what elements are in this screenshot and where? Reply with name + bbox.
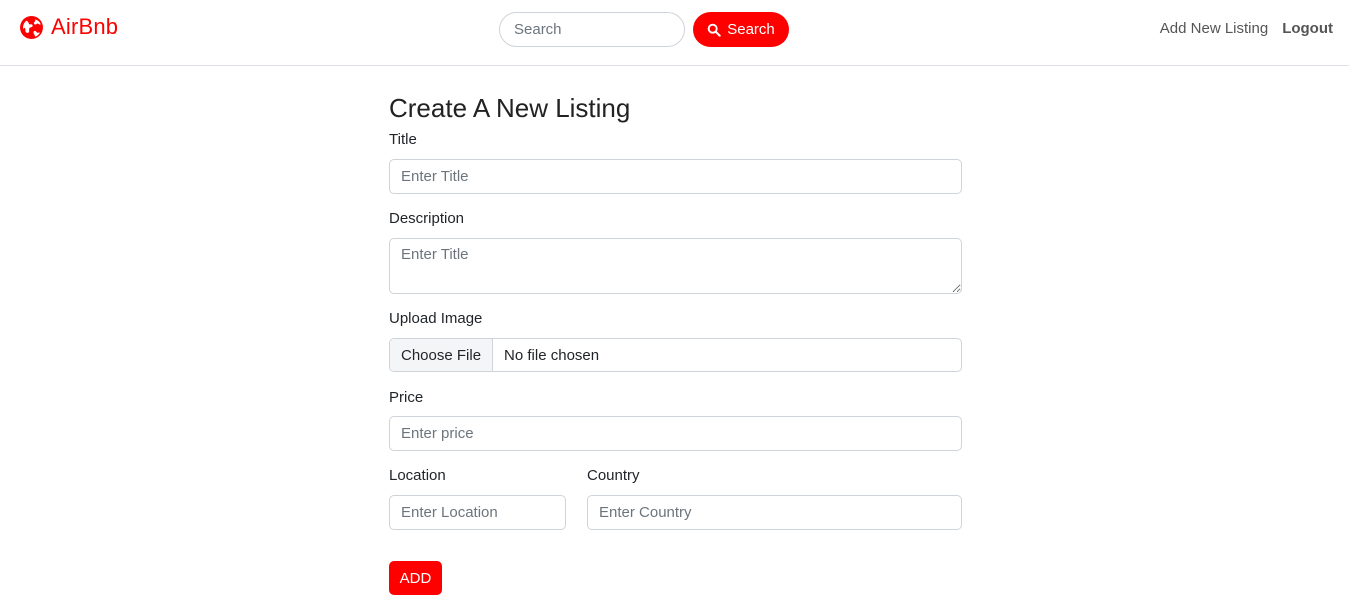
description-textarea[interactable] [389, 238, 962, 294]
brand-link[interactable]: AirBnb [19, 14, 118, 40]
navbar: AirBnb Search Add New Listing Logout [0, 0, 1349, 66]
new-listing-form: Create A New Listing Title Description U… [389, 90, 962, 536]
price-group: Price [389, 388, 962, 451]
location-label: Location [389, 467, 446, 484]
nav-links: Add New Listing Logout [1160, 20, 1333, 37]
country-input[interactable] [587, 495, 962, 530]
country-group: Country [587, 466, 962, 530]
location-group: Location [389, 466, 566, 530]
image-group: Upload Image Choose File No file chosen [389, 309, 962, 372]
add-button[interactable]: ADD [389, 561, 442, 595]
choose-file-button[interactable]: Choose File [390, 339, 494, 371]
price-label: Price [389, 389, 424, 406]
title-label: Title [389, 131, 417, 148]
brand-name: AirBnb [51, 14, 119, 39]
search-button-label: Search [727, 21, 775, 38]
price-input[interactable] [389, 416, 962, 451]
search-form: Search [499, 12, 789, 47]
search-input[interactable] [499, 12, 685, 47]
description-label: Description [389, 210, 465, 227]
country-label: Country [587, 467, 640, 484]
location-country-row: Location Country [389, 466, 962, 536]
title-input[interactable] [389, 159, 962, 194]
location-input[interactable] [389, 495, 566, 530]
upload-image-label: Upload Image [389, 310, 483, 327]
search-button[interactable]: Search [693, 12, 789, 47]
globe-icon [19, 15, 44, 40]
title-group: Title [389, 130, 962, 194]
logout-link[interactable]: Logout [1282, 20, 1333, 37]
page-title: Create A New Listing [389, 93, 631, 123]
file-status-text: No file chosen [504, 346, 600, 364]
image-file-input[interactable]: Choose File No file chosen [389, 338, 962, 372]
search-icon [707, 23, 721, 37]
description-group: Description [389, 209, 962, 294]
add-new-listing-link[interactable]: Add New Listing [1160, 20, 1268, 37]
